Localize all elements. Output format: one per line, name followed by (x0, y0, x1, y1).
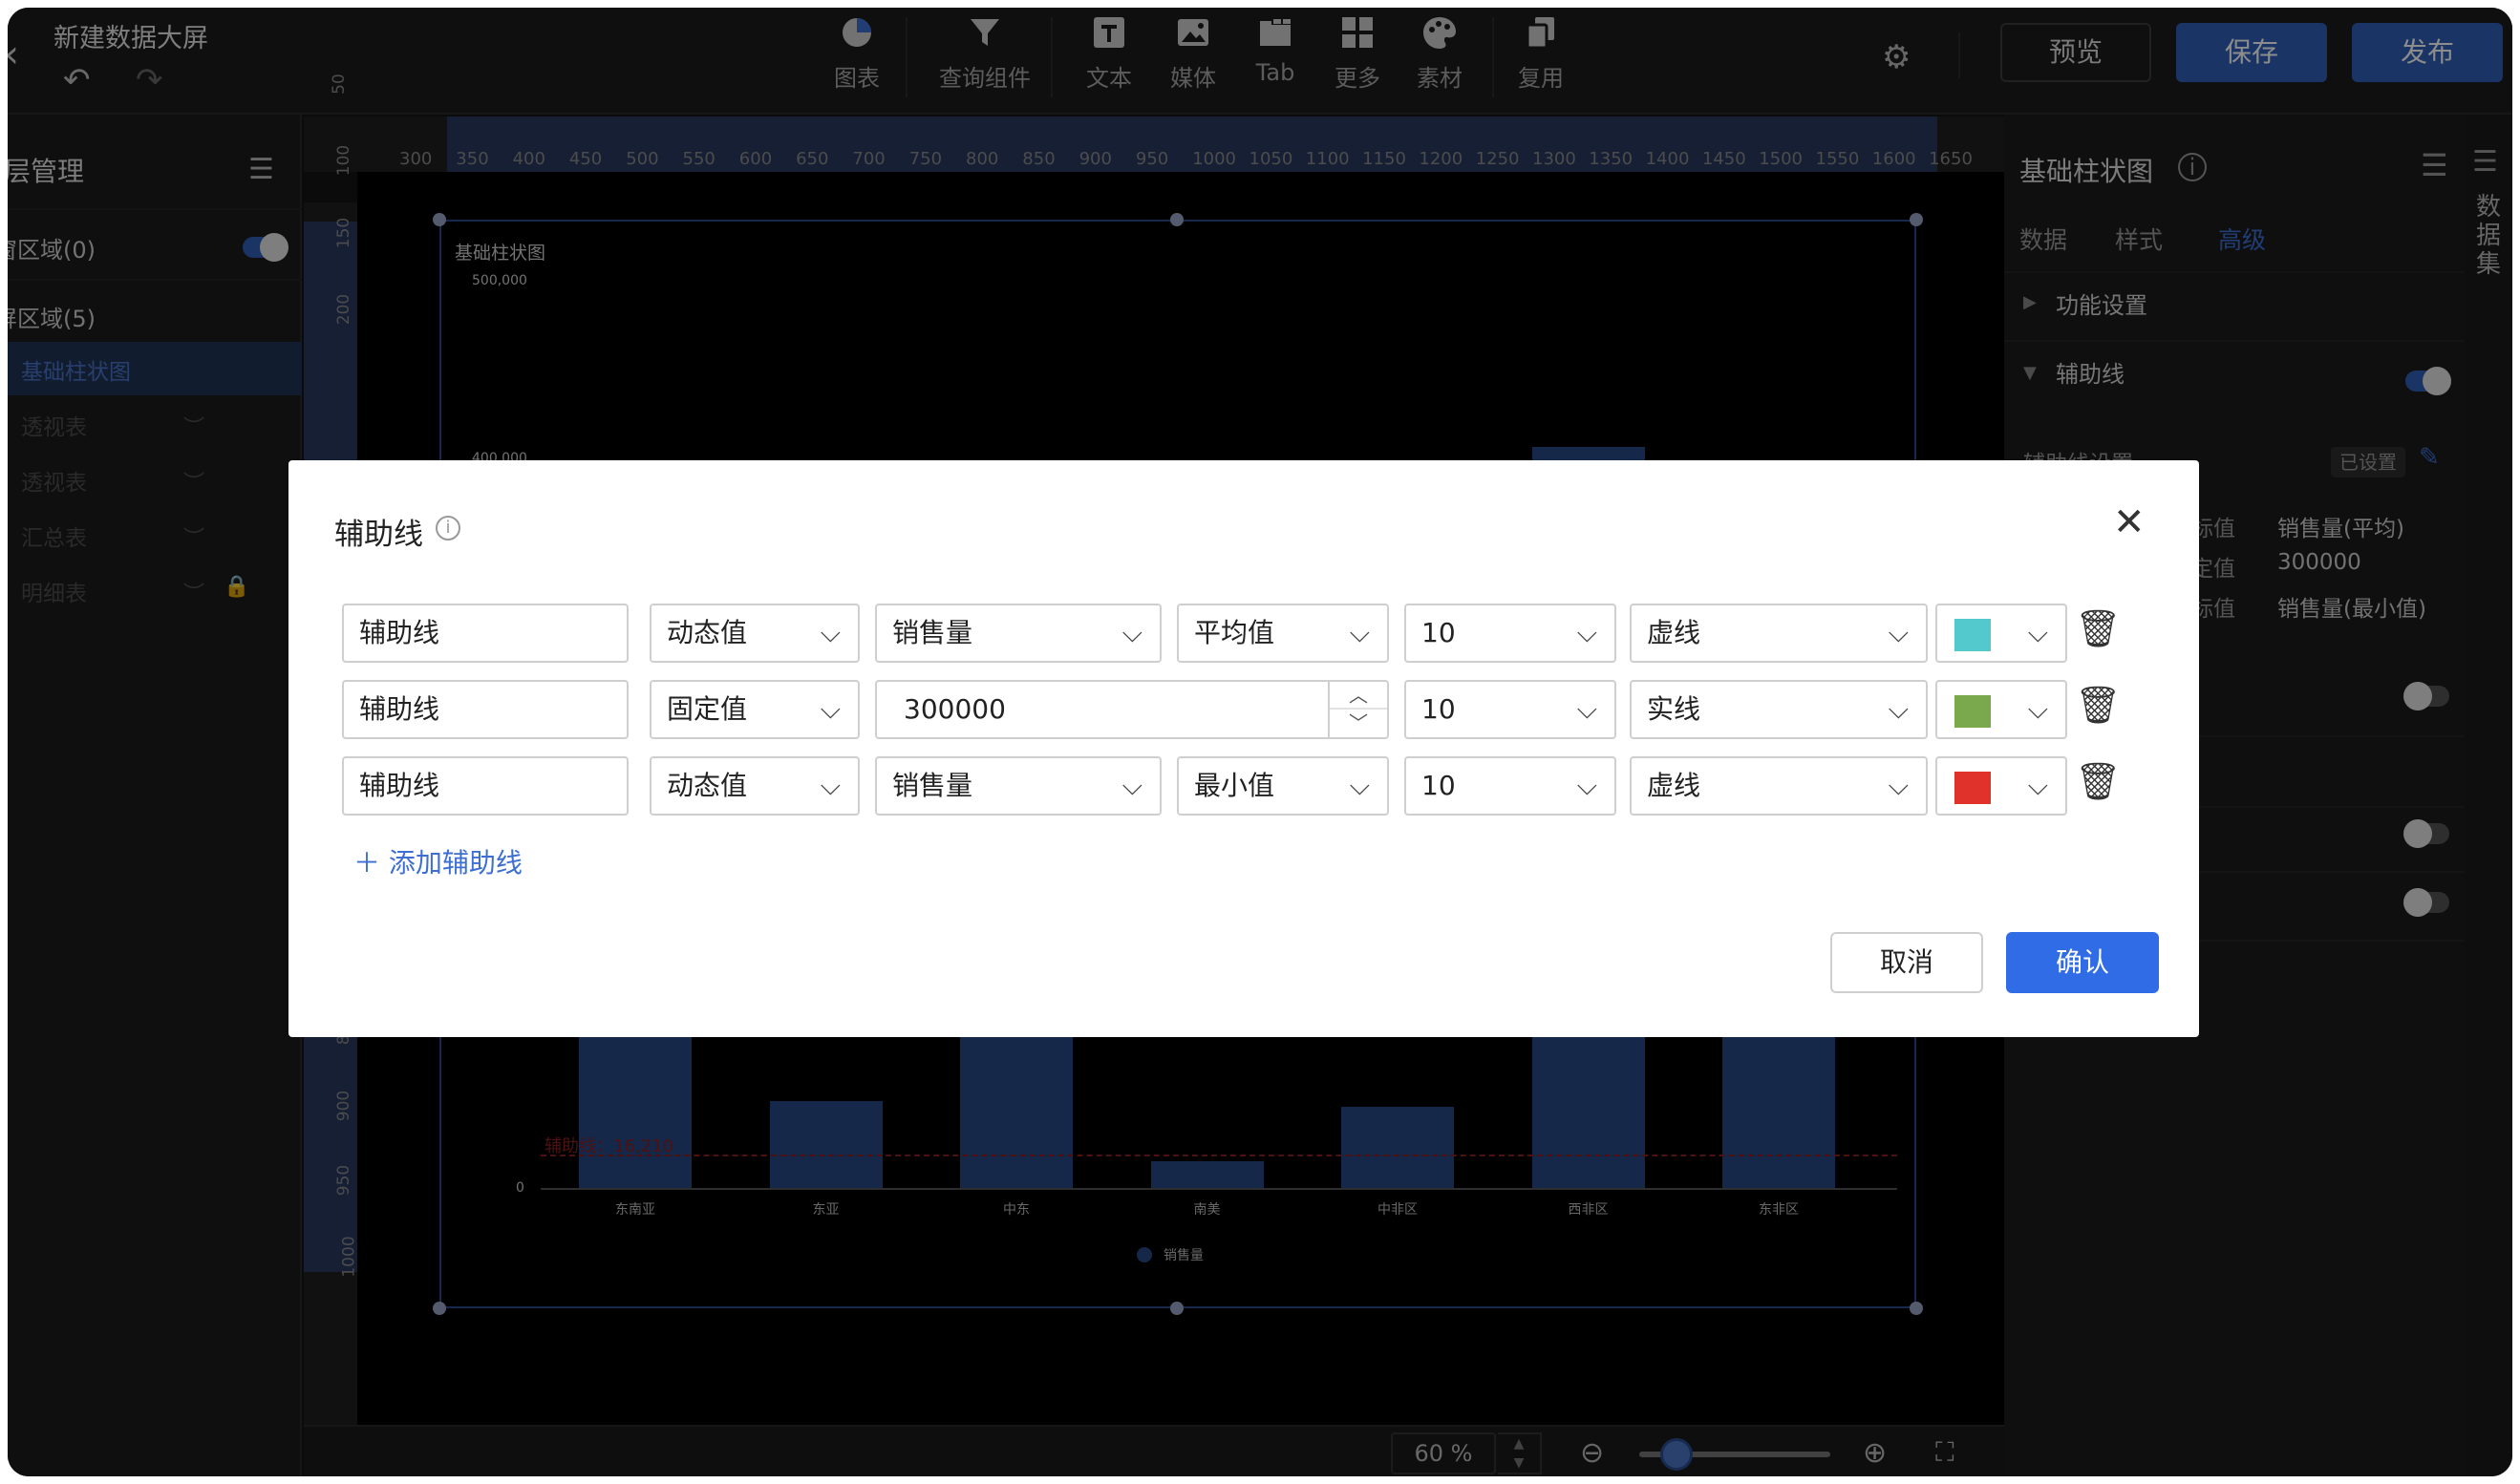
guide-agg-value: 最小值 (1194, 770, 1275, 801)
chevron-down-icon: ⌵ (1888, 770, 1909, 801)
guide-color-select[interactable]: ⌵ (1935, 756, 2067, 816)
chevron-down-icon: ⌵ (1888, 693, 1909, 725)
guide-color-select[interactable]: ⌵ (1935, 604, 2067, 663)
guide-agg-select[interactable]: 最小值 ⌵ (1177, 756, 1389, 816)
cancel-button[interactable]: 取消 (1830, 932, 1983, 993)
chevron-down-icon: ⌵ (1576, 617, 1597, 648)
guide-mode-value: 固定值 (667, 693, 748, 725)
confirm-button[interactable]: 确认 (2006, 932, 2159, 993)
trash-icon[interactable]: 🗑 (2075, 760, 2121, 803)
guide-mode-select[interactable]: 动态值 ⌵ (650, 756, 860, 816)
info-icon[interactable]: i (436, 516, 460, 541)
close-icon[interactable]: ✕ (2113, 500, 2146, 544)
guide-mode-select[interactable]: 固定值 ⌵ (650, 680, 860, 739)
guide-style-value: 虚线 (1647, 770, 1701, 801)
guide-mode-value: 动态值 (667, 770, 748, 801)
increment-icon[interactable]: ︿ (1330, 682, 1387, 710)
chevron-down-icon: ⌵ (2027, 770, 2048, 801)
color-swatch (1954, 772, 1991, 804)
color-swatch (1954, 695, 1991, 728)
chevron-down-icon: ⌵ (2027, 617, 2048, 648)
guide-width-value: 10 (1421, 693, 1456, 725)
guide-style-select[interactable]: 实线 ⌵ (1630, 680, 1928, 739)
guide-style-select[interactable]: 虚线 ⌵ (1630, 756, 1928, 816)
guide-field-value: 销售量 (892, 617, 973, 648)
guide-agg-value: 平均值 (1194, 617, 1275, 648)
dialog-title: 辅助线 (334, 518, 423, 552)
guide-style-value: 虚线 (1647, 617, 1701, 648)
add-guide-line-label: 添加辅助线 (388, 847, 523, 879)
chevron-down-icon: ⌵ (820, 617, 841, 648)
guide-name-input[interactable]: 辅助线 (342, 680, 629, 739)
guide-style-value: 实线 (1647, 693, 1701, 725)
guide-width-select[interactable]: 10 ⌵ (1404, 604, 1616, 663)
chevron-down-icon: ⌵ (2027, 693, 2048, 725)
guide-name-input[interactable]: 辅助线 (342, 756, 629, 816)
guide-width-select[interactable]: 10 ⌵ (1404, 680, 1616, 739)
chevron-down-icon: ⌵ (1121, 770, 1143, 801)
chevron-down-icon: ⌵ (1121, 617, 1143, 648)
app-window: ‹ 新建数据大屏 ↶ ↷ 图表 查询组件 文本 媒体 Tab 更多 (8, 8, 2512, 1476)
guide-value-stepper[interactable]: 300000 ︿ ﹀ (875, 680, 1389, 739)
guide-field-value: 销售量 (892, 770, 973, 801)
guide-field-select[interactable]: 销售量 ⌵ (875, 756, 1162, 816)
chevron-down-icon: ⌵ (1576, 770, 1597, 801)
trash-icon[interactable]: 🗑 (2075, 607, 2121, 650)
chevron-down-icon: ⌵ (1888, 617, 1909, 648)
guide-color-select[interactable]: ⌵ (1935, 680, 2067, 739)
chevron-down-icon: ⌵ (820, 693, 841, 725)
add-guide-line-button[interactable]: ＋ 添加辅助线 (353, 842, 523, 880)
guide-value: 300000 (904, 693, 1006, 725)
guide-width-value: 10 (1421, 617, 1456, 648)
chevron-down-icon: ⌵ (1349, 770, 1370, 801)
chevron-down-icon: ⌵ (1576, 693, 1597, 725)
guide-width-value: 10 (1421, 770, 1456, 801)
guide-mode-select[interactable]: 动态值 ⌵ (650, 604, 860, 663)
guide-line-dialog: 辅助线 i ✕ 辅助线 动态值 ⌵ 销售量 ⌵ 平均值 ⌵ 10 ⌵ 虚线 ⌵ ⌵ 🗑 辅… (288, 460, 2199, 1037)
guide-mode-value: 动态值 (667, 617, 748, 648)
decrement-icon[interactable]: ﹀ (1330, 710, 1387, 737)
guide-agg-select[interactable]: 平均值 ⌵ (1177, 604, 1389, 663)
guide-name-input[interactable]: 辅助线 (342, 604, 629, 663)
stepper-buttons: ︿ ﹀ (1328, 682, 1387, 737)
guide-style-select[interactable]: 虚线 ⌵ (1630, 604, 1928, 663)
chevron-down-icon: ⌵ (820, 770, 841, 801)
chevron-down-icon: ⌵ (1349, 617, 1370, 648)
plus-icon: ＋ (353, 847, 389, 879)
trash-icon[interactable]: 🗑 (2075, 684, 2121, 727)
color-swatch (1954, 619, 1991, 651)
guide-field-select[interactable]: 销售量 ⌵ (875, 604, 1162, 663)
guide-width-select[interactable]: 10 ⌵ (1404, 756, 1616, 816)
